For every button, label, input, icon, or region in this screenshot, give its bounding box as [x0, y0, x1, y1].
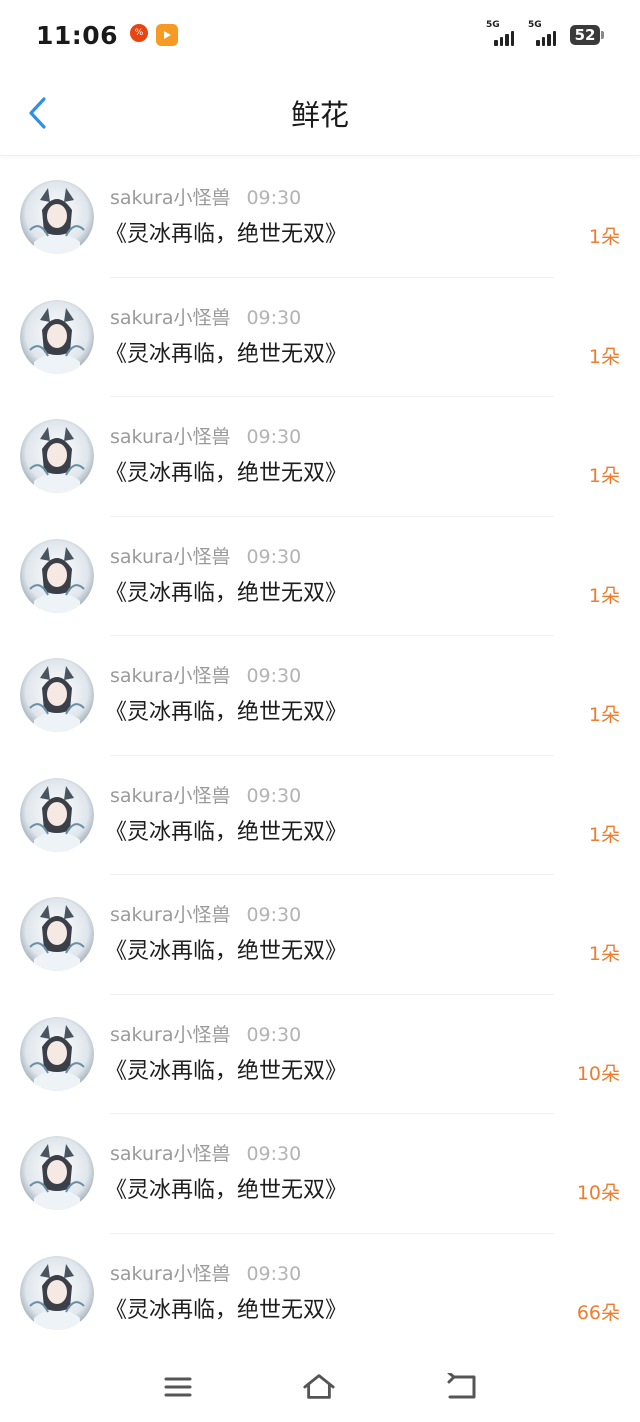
list-item[interactable]: sakura小怪兽 09:30 《灵冰再临，绝世无双》 66朵 [0, 1234, 640, 1354]
home-button[interactable] [302, 1372, 336, 1402]
battery-level: 52 [570, 25, 600, 45]
book-title[interactable]: 《灵冰再临，绝世无双》 [105, 455, 347, 487]
timestamp: 09:30 [246, 784, 302, 807]
home-icon [303, 1374, 335, 1399]
username[interactable]: sakura小怪兽 [110, 904, 230, 926]
chevron-left-icon [29, 97, 46, 129]
battery-icon: 52 [570, 25, 604, 45]
list-item[interactable]: sakura小怪兽 09:30 《灵冰再临，绝世无双》 1朵 [0, 278, 640, 397]
username[interactable]: sakura小怪兽 [110, 426, 230, 448]
item-meta: sakura小怪兽 09:30 [110, 422, 301, 449]
timestamp: 09:30 [246, 306, 302, 329]
item-meta: sakura小怪兽 09:30 [110, 303, 301, 330]
book-title[interactable]: 《灵冰再临，绝世无双》 [105, 933, 347, 965]
list-item[interactable]: sakura小怪兽 09:30 《灵冰再临，绝世无双》 1朵 [0, 875, 640, 995]
system-nav-bar [0, 1350, 640, 1422]
status-indicators: 5G 5G 52 [486, 20, 604, 46]
timestamp: 09:30 [246, 545, 302, 568]
flower-count: 1朵 [588, 584, 620, 607]
status-app-icons: % [130, 24, 179, 46]
network-type-label: 5G [486, 20, 500, 30]
item-meta: sakura小怪兽 09:30 [110, 1020, 301, 1047]
book-title[interactable]: 《灵冰再临，绝世无双》 [105, 1292, 347, 1324]
menu-button[interactable] [161, 1372, 195, 1402]
username[interactable]: sakura小怪兽 [110, 1263, 230, 1285]
list-item[interactable]: sakura小怪兽 09:30 《灵冰再临，绝世无双》 10朵 [0, 1114, 640, 1234]
book-title[interactable]: 《灵冰再临，绝世无双》 [105, 814, 347, 846]
list-item[interactable]: sakura小怪兽 09:30 《灵冰再临，绝世无双》 1朵 [0, 397, 640, 517]
avatar[interactable] [20, 419, 94, 493]
book-title[interactable]: 《灵冰再临，绝世无双》 [105, 694, 347, 726]
page-title: 鲜花 [290, 97, 349, 132]
return-button[interactable] [445, 1372, 479, 1402]
timestamp: 09:30 [246, 665, 302, 687]
flower-count: 1朵 [588, 345, 620, 368]
avatar[interactable] [20, 658, 94, 732]
timestamp: 09:30 [246, 187, 302, 209]
network-type-label: 5G [528, 20, 542, 30]
avatar[interactable] [20, 1136, 94, 1210]
username[interactable]: sakura小怪兽 [110, 665, 230, 687]
item-meta: sakura小怪兽 09:30 [110, 1259, 301, 1286]
flower-count: 1朵 [588, 823, 620, 846]
flower-count: 1朵 [588, 226, 620, 248]
flower-count: 10朵 [576, 1182, 620, 1204]
timestamp: 09:30 [246, 904, 302, 926]
timestamp: 09:30 [246, 426, 302, 448]
username[interactable]: sakura小怪兽 [110, 1143, 230, 1165]
signal-icon: 5G [528, 20, 560, 46]
book-title[interactable]: 《灵冰再临，绝世无双》 [105, 575, 347, 607]
signal-icon: 5G [486, 20, 518, 46]
flower-count: 1朵 [588, 704, 620, 726]
username[interactable]: sakura小怪兽 [110, 187, 230, 209]
timestamp: 09:30 [246, 1143, 302, 1165]
weibo-app-icon: % [130, 24, 149, 42]
menu-icon [164, 1377, 192, 1397]
username[interactable]: sakura小怪兽 [110, 546, 230, 568]
flower-count: 1朵 [588, 465, 620, 487]
avatar[interactable] [20, 538, 94, 613]
username[interactable]: sakura小怪兽 [110, 1024, 230, 1046]
item-meta: sakura小怪兽 09:30 [110, 183, 301, 210]
status-bar: 11:06 % 5G 5G 52 [0, 0, 640, 70]
avatar[interactable] [20, 897, 94, 971]
username[interactable]: sakura小怪兽 [110, 307, 230, 329]
book-title[interactable]: 《灵冰再临，绝世无双》 [105, 1172, 347, 1204]
item-meta: sakura小怪兽 09:30 [110, 661, 301, 688]
list-item[interactable]: sakura小怪兽 09:30 《灵冰再临，绝世无双》 10朵 [0, 995, 640, 1114]
flower-count: 10朵 [576, 1062, 620, 1085]
flower-count: 1朵 [588, 943, 620, 965]
avatar[interactable] [20, 1016, 94, 1091]
flower-count: 66朵 [576, 1301, 620, 1324]
return-icon [447, 1373, 476, 1399]
list-item[interactable]: sakura小怪兽 09:30 《灵冰再临，绝世无双》 1朵 [0, 517, 640, 636]
avatar[interactable] [20, 299, 94, 374]
timestamp: 09:30 [246, 1262, 302, 1285]
flower-list: sakura小怪兽 09:30 《灵冰再临，绝世无双》 1朵 sakura小怪兽… [0, 158, 640, 1353]
back-button[interactable] [20, 96, 54, 130]
book-title[interactable]: 《灵冰再临，绝世无双》 [105, 216, 347, 248]
status-time: 11:06 [36, 20, 119, 50]
timestamp: 09:30 [246, 1023, 302, 1046]
item-meta: sakura小怪兽 09:30 [110, 1139, 301, 1166]
item-meta: sakura小怪兽 09:30 [110, 781, 301, 808]
list-item[interactable]: sakura小怪兽 09:30 《灵冰再临，绝世无双》 1朵 [0, 756, 640, 875]
username[interactable]: sakura小怪兽 [110, 785, 230, 807]
list-item[interactable]: sakura小怪兽 09:30 《灵冰再临，绝世无双》 1朵 [0, 636, 640, 756]
header: 鲜花 [0, 70, 640, 156]
avatar[interactable] [20, 777, 94, 852]
book-title[interactable]: 《灵冰再临，绝世无双》 [105, 336, 347, 368]
video-app-icon [156, 24, 179, 46]
book-title[interactable]: 《灵冰再临，绝世无双》 [105, 1053, 347, 1085]
list-item[interactable]: sakura小怪兽 09:30 《灵冰再临，绝世无双》 1朵 [0, 158, 640, 278]
avatar[interactable] [20, 180, 94, 254]
item-meta: sakura小怪兽 09:30 [110, 900, 301, 927]
avatar[interactable] [20, 1255, 94, 1330]
item-meta: sakura小怪兽 09:30 [110, 542, 301, 569]
